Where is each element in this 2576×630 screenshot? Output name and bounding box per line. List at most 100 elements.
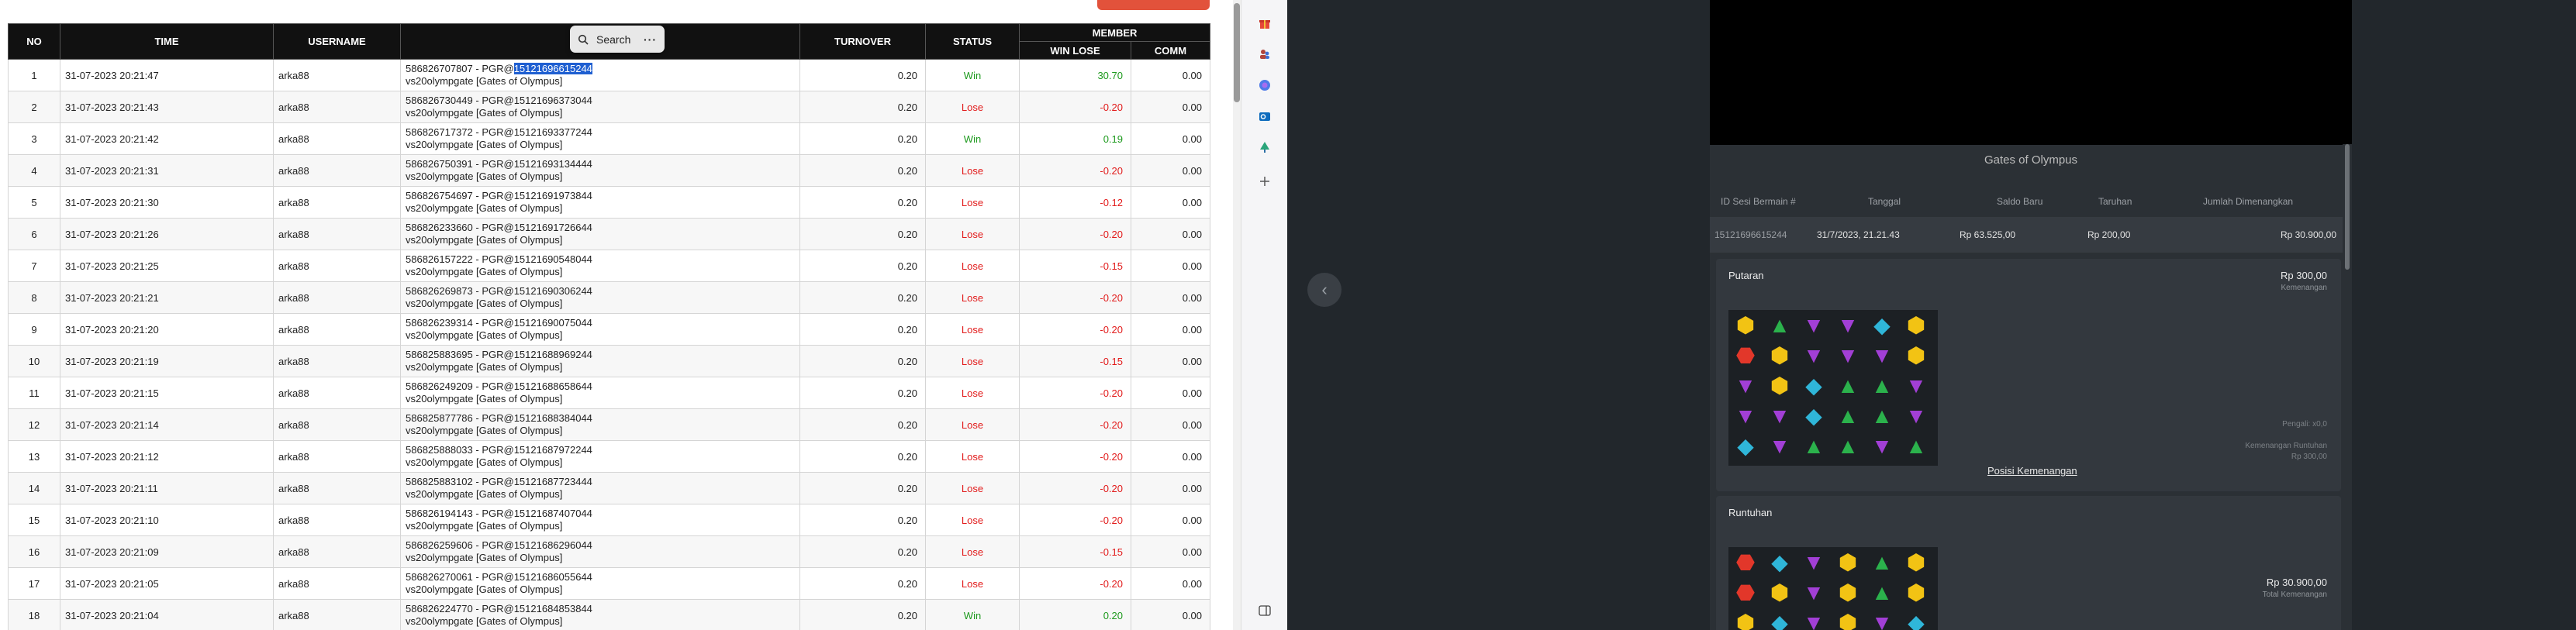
table-row[interactable]: 11 31-07-2023 20:21:15 arka88 586826249209 … (8, 377, 1210, 409)
cell-info[interactable]: 586826157222 - PGR@15121690548044 vs20oly… (400, 250, 800, 282)
table-row[interactable]: 10 31-07-2023 20:21:19 arka88 586825883695 … (8, 345, 1210, 377)
table-row[interactable]: 9 31-07-2023 20:21:20 arka88 586826239314 -… (8, 313, 1210, 346)
tumble-amount-label: Total Kemenangan (2262, 590, 2327, 599)
info-id-prefix: 586826730449 - PGR@ (406, 95, 514, 106)
detail-scrollbar-thumb[interactable] (2345, 144, 2350, 270)
info-id-code[interactable]: 15121690075044 (514, 317, 592, 329)
cell-info[interactable]: 586826233660 - PGR@15121691726644 vs20oly… (400, 218, 800, 250)
table-row[interactable]: 15 31-07-2023 20:21:10 arka88 586826194143 … (8, 504, 1210, 536)
info-id-prefix: 586826270061 - PGR@ (406, 571, 514, 583)
table-row[interactable]: 4 31-07-2023 20:21:31 arka88 586826750391 -… (8, 154, 1210, 187)
round-date: 31/7/2023, 21.21.43 (1817, 229, 1900, 240)
plus-icon[interactable] (1257, 174, 1272, 189)
info-id-code[interactable]: 15121687407044 (514, 508, 592, 519)
cell-info[interactable]: 586826224770 - PGR@15121684853844 vs20oly… (400, 599, 800, 630)
chevron-left-icon[interactable]: ‹ (1307, 273, 1342, 307)
header-no[interactable]: NO (8, 23, 60, 60)
cell-info[interactable]: 586826259606 - PGR@15121686296044 vs20oly… (400, 535, 800, 568)
table-row[interactable]: 16 31-07-2023 20:21:09 arka88 586826259606 … (8, 535, 1210, 568)
winning-positions-link[interactable]: Posisi Kemenangan (1987, 465, 2077, 477)
info-id-code[interactable]: 15121696373044 (514, 95, 592, 106)
cell-info[interactable]: 586825877786 - PGR@15121688384044 vs20oly… (400, 408, 800, 441)
more-options-icon[interactable]: ··· (644, 33, 657, 46)
info-id-code[interactable]: 15121684853844 (514, 603, 592, 615)
cell-turnover: 0.20 (799, 313, 926, 346)
info-id-code[interactable]: 15121696615244 (513, 63, 592, 74)
cell-info[interactable]: 586826194143 - PGR@15121687407044 vs20oly… (400, 504, 800, 536)
cell-info[interactable]: 586825888033 - PGR@15121687972244 vs20oly… (400, 440, 800, 473)
people-icon[interactable] (1257, 46, 1272, 62)
scrollbar-thumb[interactable] (1234, 3, 1240, 102)
gift-icon[interactable] (1257, 15, 1272, 31)
table-row[interactable]: 5 31-07-2023 20:21:30 arka88 586826754697 -… (8, 186, 1210, 219)
info-id-code[interactable]: 15121690306244 (514, 285, 592, 297)
info-id-code[interactable]: 15121688969244 (514, 349, 592, 360)
header-time[interactable]: TIME (60, 23, 274, 60)
cell-info[interactable]: 586825883102 - PGR@15121687723444 vs20oly… (400, 472, 800, 504)
cell-comm: 0.00 (1131, 281, 1210, 314)
info-line-1: 586826269873 - PGR@15121690306244 (406, 285, 795, 298)
cell-no: 8 (8, 281, 60, 314)
outlook-icon[interactable] (1257, 108, 1272, 124)
detail-scrollbar[interactable] (2343, 144, 2352, 630)
cell-win-lose: -0.20 (1019, 281, 1131, 314)
table-row[interactable]: 6 31-07-2023 20:21:26 arka88 586826233660 -… (8, 218, 1210, 250)
cell-no: 12 (8, 408, 60, 441)
info-id-code[interactable]: 15121686055644 (514, 571, 592, 583)
table-row[interactable]: 8 31-07-2023 20:21:21 arka88 586826269873 -… (8, 281, 1210, 314)
info-id-code[interactable]: 15121693377244 (514, 126, 592, 138)
blue-gem-icon: ◆ (1771, 611, 1788, 630)
tree-icon[interactable] (1257, 139, 1272, 155)
cell-time: 31-07-2023 20:21:09 (60, 535, 274, 568)
cell-username: arka88 (273, 250, 401, 282)
table-row[interactable]: 17 31-07-2023 20:21:05 arka88 586826270061 … (8, 567, 1210, 600)
cell-info[interactable]: 586826270061 - PGR@15121686055644 vs20oly… (400, 567, 800, 600)
cell-info[interactable]: 586826707807 - PGR@15121696615244 vs20oly… (400, 59, 800, 91)
cell-info[interactable]: 586826239314 - PGR@15121690075044 vs20oly… (400, 313, 800, 346)
cell-info[interactable]: 586825883695 - PGR@15121688969244 vs20oly… (400, 345, 800, 377)
cell-info[interactable]: 586826750391 - PGR@15121693134444 vs20oly… (400, 154, 800, 187)
table-row[interactable]: 13 31-07-2023 20:21:12 arka88 586825888033 … (8, 440, 1210, 473)
round-row[interactable]: 15121696615244 31/7/2023, 21.21.43 Rp 63… (1710, 217, 2343, 253)
info-id-code[interactable]: 15121691973844 (514, 190, 592, 201)
cell-info[interactable]: 586826717372 - PGR@15121693377244 vs20oly… (400, 122, 800, 155)
cell-comm: 0.00 (1131, 408, 1210, 441)
cell-status: Lose (925, 218, 1020, 250)
table-row[interactable]: 7 31-07-2023 20:21:25 arka88 586826157222 -… (8, 250, 1210, 282)
table-row[interactable]: 1 31-07-2023 20:21:47 arka88 586826707807 -… (8, 59, 1210, 91)
header-turnover[interactable]: TURNOVER (799, 23, 926, 60)
table-row[interactable]: 12 31-07-2023 20:21:14 arka88 586825877786 … (8, 408, 1210, 441)
cell-info[interactable]: 586826249209 - PGR@15121688658644 vs20oly… (400, 377, 800, 409)
table-row[interactable]: 3 31-07-2023 20:21:42 arka88 586826717372 -… (8, 122, 1210, 155)
info-id-code[interactable]: 15121690548044 (514, 253, 592, 265)
header-win-lose[interactable]: WIN LOSE (1019, 41, 1131, 60)
split-icon[interactable] (1257, 603, 1272, 618)
report-panel: NO TIME USERNAME INFO TURNOVER STATUS ME… (0, 0, 1241, 630)
header-username[interactable]: USERNAME (273, 23, 401, 60)
cell-info[interactable]: 586826754697 - PGR@15121691973844 vs20oly… (400, 186, 800, 219)
cell-time: 31-07-2023 20:21:12 (60, 440, 274, 473)
info-id-code[interactable]: 15121688658644 (514, 380, 592, 392)
info-line-1: 586826224770 - PGR@15121684853844 (406, 603, 795, 615)
table-row[interactable]: 18 31-07-2023 20:21:04 arka88 586826224770 … (8, 599, 1210, 630)
header-status[interactable]: STATUS (925, 23, 1020, 60)
info-id-code[interactable]: 15121686296044 (514, 539, 592, 551)
cell-info[interactable]: 586826730449 - PGR@15121696373044 vs20oly… (400, 91, 800, 123)
info-id-code[interactable]: 15121693134444 (514, 158, 592, 170)
cell-comm: 0.00 (1131, 567, 1210, 600)
header-comm[interactable]: COMM (1131, 41, 1210, 60)
tumble-reel-grid: ⬣ ◆ ▼ ⬢ ▲ ⬢ ⬣ ⬢ ▼ ⬢ ▲ ⬢ ⬢ ◆ ▼ ⬢ ▼ ◆ (1728, 547, 1938, 630)
cell-status: Lose (925, 567, 1020, 600)
info-id-code[interactable]: 15121691726644 (514, 222, 592, 233)
info-id-code[interactable]: 15121687972244 (514, 444, 592, 456)
info-id-code[interactable]: 15121688384044 (514, 412, 592, 424)
info-id-code[interactable]: 15121687723444 (514, 476, 592, 487)
copilot-icon[interactable] (1257, 77, 1272, 93)
search-popup[interactable]: Search ··· (570, 26, 665, 53)
table-row[interactable]: 2 31-07-2023 20:21:43 arka88 586826730449 -… (8, 91, 1210, 123)
page-scrollbar[interactable] (1233, 0, 1241, 630)
table-row[interactable]: 14 31-07-2023 20:21:11 arka88 586825883102 … (8, 472, 1210, 504)
info-game: vs20olympgate [Gates of Olympus] (406, 202, 563, 214)
action-button[interactable] (1097, 0, 1210, 10)
cell-info[interactable]: 586826269873 - PGR@15121690306244 vs20oly… (400, 281, 800, 314)
